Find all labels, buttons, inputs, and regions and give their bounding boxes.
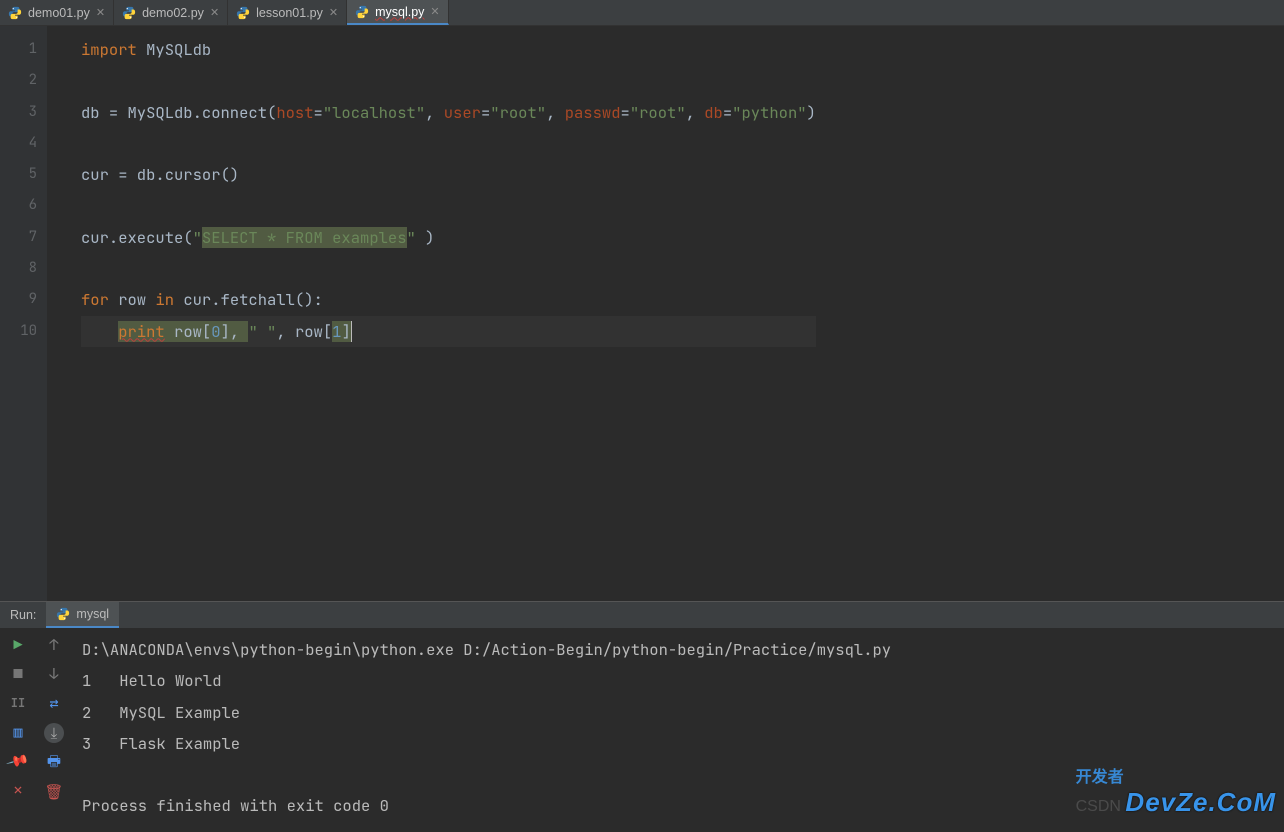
tab-mysql[interactable]: mysql.py ✕: [347, 0, 449, 25]
code-line: import MySQLdb: [81, 34, 816, 65]
tab-demo01[interactable]: demo01.py ✕: [0, 0, 114, 25]
code-line: db = MySQLdb.connect(host="localhost", u…: [81, 97, 816, 128]
delete-icon[interactable]: 🗑: [45, 783, 63, 801]
code-line: [81, 65, 816, 96]
close-icon[interactable]: ✕: [210, 6, 219, 19]
close-panel-icon[interactable]: ✕: [9, 781, 27, 799]
line-no: 1: [0, 34, 37, 65]
run-config-tab[interactable]: mysql: [46, 602, 119, 628]
stop-icon[interactable]: ■: [9, 665, 27, 683]
code-editor[interactable]: 1 2 3 4 5 6 7 8 9 10 import MySQLdb db =…: [0, 26, 1284, 601]
code-area[interactable]: import MySQLdb db = MySQLdb.connect(host…: [47, 26, 816, 601]
line-no: 8: [0, 253, 37, 284]
line-no: 5: [0, 159, 37, 190]
console-line: 2 MySQL Example: [82, 697, 1274, 728]
console-line: 1 Hello World: [82, 665, 1274, 696]
code-line: [81, 128, 816, 159]
line-no: 10: [0, 316, 37, 347]
line-gutter: 1 2 3 4 5 6 7 8 9 10: [0, 26, 47, 601]
python-icon: [355, 5, 369, 19]
console-line: 3 Flask Example: [82, 728, 1274, 759]
run-tools-right: ↑ ↓ ⇄ ⤓ 🖶 🗑: [36, 628, 72, 832]
python-icon: [56, 607, 70, 621]
run-label: Run:: [0, 608, 46, 622]
code-line: cur = db.cursor(): [81, 159, 816, 190]
code-line: cur.execute("SELECT * FROM examples" ): [81, 222, 816, 253]
line-no: 9: [0, 284, 37, 315]
console-line: Process finished with exit code 0: [82, 790, 1274, 821]
tab-label: mysql.py: [375, 5, 424, 19]
soft-wrap-icon[interactable]: ⇄: [45, 694, 63, 712]
pin-icon[interactable]: 📌: [6, 749, 31, 774]
layout-icon[interactable]: ▥: [9, 723, 27, 741]
line-no: 4: [0, 128, 37, 159]
tab-label: demo02.py: [142, 6, 204, 20]
line-no: 6: [0, 190, 37, 221]
print-icon[interactable]: 🖶: [45, 754, 63, 772]
run-tools-left: ▶ ■ II ▥ 📌 ✕: [0, 628, 36, 832]
down-icon[interactable]: ↓: [45, 665, 63, 683]
line-no: 7: [0, 222, 37, 253]
tab-demo02[interactable]: demo02.py ✕: [114, 0, 228, 25]
tab-label: lesson01.py: [256, 6, 323, 20]
close-icon[interactable]: ✕: [430, 5, 439, 18]
run-header: Run: mysql: [0, 602, 1284, 628]
console-output[interactable]: D:\ANACONDA\envs\python-begin\python.exe…: [72, 628, 1284, 832]
run-config-label: mysql: [76, 607, 109, 621]
run-panel: Run: mysql ▶ ■ II ▥ 📌 ✕ ↑ ↓ ⇄ ⤓ 🖶 🗑 D:\A…: [0, 601, 1284, 832]
console-line: [82, 759, 1274, 790]
tab-label: demo01.py: [28, 6, 90, 20]
line-no: 3: [0, 97, 37, 128]
code-line: print row[0], " ", row[1]: [81, 316, 816, 347]
python-icon: [236, 6, 250, 20]
python-icon: [8, 6, 22, 20]
console-line: D:\ANACONDA\envs\python-begin\python.exe…: [82, 634, 1274, 665]
code-line: [81, 190, 816, 221]
pause-icon[interactable]: II: [9, 694, 27, 712]
close-icon[interactable]: ✕: [96, 6, 105, 19]
rerun-icon[interactable]: ▶: [9, 636, 27, 654]
code-line: for row in cur.fetchall():: [81, 284, 816, 315]
tab-lesson01[interactable]: lesson01.py ✕: [228, 0, 347, 25]
editor-tab-bar: demo01.py ✕ demo02.py ✕ lesson01.py ✕ my…: [0, 0, 1284, 26]
code-line: [81, 253, 816, 284]
up-icon[interactable]: ↑: [45, 636, 63, 654]
scroll-end-icon[interactable]: ⤓: [44, 723, 64, 743]
line-no: 2: [0, 65, 37, 96]
close-icon[interactable]: ✕: [329, 6, 338, 19]
python-icon: [122, 6, 136, 20]
